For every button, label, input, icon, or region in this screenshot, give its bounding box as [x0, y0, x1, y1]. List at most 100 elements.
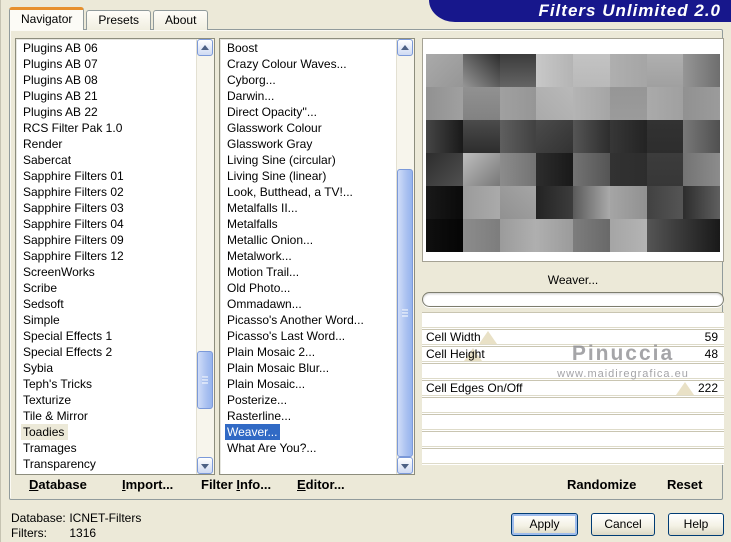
list-item[interactable]: Sapphire Filters 04: [21, 216, 197, 232]
import-button[interactable]: Import...: [122, 477, 173, 492]
filter-items: Boost Crazy Colour Waves... Cyborg... Darwi…: [220, 40, 397, 474]
watermark-name: Pinuccia: [571, 342, 675, 365]
list-item[interactable]: Transparency: [21, 456, 197, 472]
preview-cell: [462, 153, 500, 186]
filter-info-button[interactable]: Filter Info...: [201, 477, 271, 492]
slider-empty[interactable]: [422, 448, 724, 464]
slider-empty[interactable]: [422, 312, 724, 328]
list-item[interactable]: Picasso's Another Word...: [225, 312, 397, 328]
scroll-down-button[interactable]: [197, 457, 213, 474]
filter-listbox[interactable]: Boost Crazy Colour Waves... Cyborg... Darwi…: [219, 38, 415, 475]
list-item[interactable]: Sybia: [21, 360, 197, 376]
list-item[interactable]: Darwin...: [225, 88, 397, 104]
list-item[interactable]: Picasso's Last Word...: [225, 328, 397, 344]
reset-button[interactable]: Reset: [667, 477, 702, 492]
preview-cell: [609, 120, 647, 153]
preview-cell: [426, 54, 463, 87]
list-item[interactable]: Sabercat: [21, 152, 197, 168]
list-item[interactable]: Plugins AB 21: [21, 88, 197, 104]
list-item[interactable]: Glasswork Gray: [225, 136, 397, 152]
list-item[interactable]: Cyborg...: [225, 72, 397, 88]
chevron-down-icon: [401, 463, 409, 469]
tab-navigator[interactable]: Navigator: [9, 7, 85, 30]
list-item[interactable]: Look, Butthead, a TV!...: [225, 184, 397, 200]
list-item[interactable]: Old Photo...: [225, 280, 397, 296]
list-item[interactable]: Metallic Onion...: [225, 232, 397, 248]
scroll-down-button[interactable]: [397, 457, 413, 474]
list-item[interactable]: Weaver...: [225, 424, 281, 440]
status-database-value: ICNET-Filters: [69, 511, 142, 525]
tab-about[interactable]: About: [153, 10, 209, 30]
tab-presets[interactable]: Presets: [86, 10, 152, 30]
list-item[interactable]: Living Sine (linear): [225, 168, 397, 184]
list-item[interactable]: Direct Opacity''...: [225, 104, 397, 120]
list-item[interactable]: Tramages: [21, 440, 197, 456]
slider-thumb-icon[interactable]: [675, 382, 694, 395]
scroll-up-button[interactable]: [197, 39, 213, 56]
list-item[interactable]: Plain Mosaic...: [225, 376, 397, 392]
list-item[interactable]: Sapphire Filters 02: [21, 184, 197, 200]
list-item[interactable]: Glasswork Colour: [225, 120, 397, 136]
list-item[interactable]: Ommadawn...: [225, 296, 397, 312]
list-item[interactable]: Metalwork...: [225, 248, 397, 264]
list-item[interactable]: Render: [21, 136, 197, 152]
filters-unlimited-dialog: { "window": { "title": "Filters Unlimite…: [0, 0, 731, 542]
list-item[interactable]: Posterize...: [225, 392, 397, 408]
list-item[interactable]: Crazy Colour Waves...: [225, 56, 397, 72]
category-listbox[interactable]: Plugins AB 06 Plugins AB 07 Plugins AB 08 P…: [15, 38, 215, 475]
list-item[interactable]: Metalfalls II...: [225, 200, 397, 216]
list-item[interactable]: Toadies: [21, 424, 69, 440]
randomize-button[interactable]: Randomize: [567, 477, 636, 492]
help-button[interactable]: Help: [668, 513, 724, 536]
progress-bar: [422, 292, 724, 307]
preview-cell: [499, 120, 537, 153]
list-item[interactable]: Motion Trail...: [225, 264, 397, 280]
chevron-down-icon: [201, 463, 209, 469]
preview-cell: [536, 87, 573, 120]
slider-empty[interactable]: [422, 431, 724, 447]
preview-cell: [426, 186, 463, 219]
filter-scrollbar[interactable]: [396, 39, 414, 474]
list-item[interactable]: Teph's Tricks: [21, 376, 197, 392]
list-item[interactable]: ScreenWorks: [21, 264, 197, 280]
scroll-up-button[interactable]: [397, 39, 413, 56]
list-item[interactable]: Plugins AB 22: [21, 104, 197, 120]
tab-bar: Navigator Presets About: [9, 7, 210, 30]
preview-cell: [499, 87, 537, 120]
list-item[interactable]: Sapphire Filters 03: [21, 200, 197, 216]
category-scrollbar[interactable]: [196, 39, 214, 474]
list-item[interactable]: Sedsoft: [21, 296, 197, 312]
slider-empty[interactable]: [422, 414, 724, 430]
slider-cell-edges-on-off[interactable]: Cell Edges On/Off 222: [422, 380, 724, 396]
list-item[interactable]: Special Effects 2: [21, 344, 197, 360]
scrollbar-thumb[interactable]: [197, 351, 213, 409]
slider-empty[interactable]: [422, 397, 724, 413]
list-item[interactable]: Sapphire Filters 09: [21, 232, 197, 248]
list-item[interactable]: Living Sine (circular): [225, 152, 397, 168]
list-item[interactable]: What Are You?...: [225, 440, 397, 456]
list-item[interactable]: Texturize: [21, 392, 197, 408]
preview-cell: [426, 219, 463, 252]
list-item[interactable]: Scribe: [21, 280, 197, 296]
list-item[interactable]: Boost: [225, 40, 397, 56]
list-item[interactable]: Sapphire Filters 01: [21, 168, 197, 184]
list-item[interactable]: Plugins AB 06: [21, 40, 197, 56]
list-item[interactable]: Plugins AB 07: [21, 56, 197, 72]
list-item[interactable]: Sapphire Filters 12: [21, 248, 197, 264]
list-item[interactable]: Metalfalls: [225, 216, 397, 232]
chevron-up-icon: [401, 44, 409, 50]
apply-button[interactable]: Apply: [511, 513, 578, 536]
list-item[interactable]: Special Effects 1: [21, 328, 197, 344]
preview-cell: [683, 219, 720, 252]
list-item[interactable]: Plain Mosaic Blur...: [225, 360, 397, 376]
database-button[interactable]: Database: [29, 477, 87, 492]
list-item[interactable]: Tile & Mirror: [21, 408, 197, 424]
list-item[interactable]: Simple: [21, 312, 197, 328]
scrollbar-thumb[interactable]: [397, 169, 413, 457]
editor-button[interactable]: Editor...: [297, 477, 345, 492]
list-item[interactable]: Plugins AB 08: [21, 72, 197, 88]
cancel-button[interactable]: Cancel: [591, 513, 655, 536]
list-item[interactable]: Plain Mosaic 2...: [225, 344, 397, 360]
list-item[interactable]: Rasterline...: [225, 408, 397, 424]
list-item[interactable]: RCS Filter Pak 1.0: [21, 120, 197, 136]
